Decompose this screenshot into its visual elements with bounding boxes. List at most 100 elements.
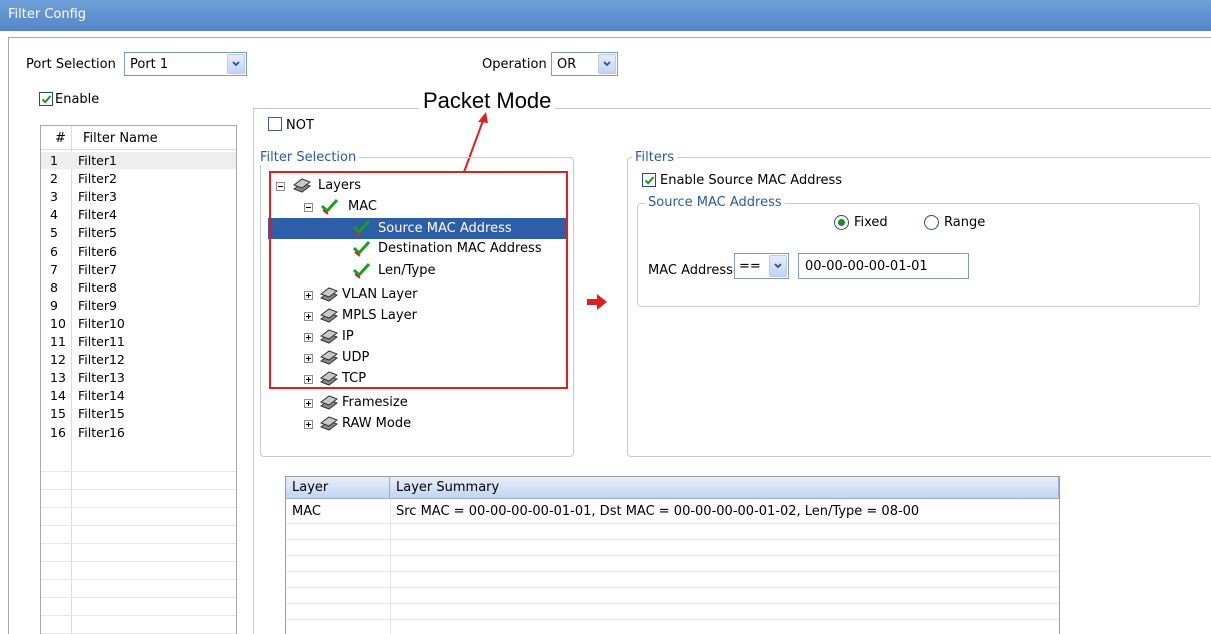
filter-list: # Filter Name 1 Filter1 2 Filter2 3 Filter3 4 F… [40, 125, 237, 634]
filters-title: Filters [632, 150, 677, 165]
row-divider [41, 507, 236, 508]
tree-label-framesize: Framesize [342, 395, 408, 410]
port-selection-dropdown[interactable]: Port 1 [124, 52, 247, 76]
row-divider [286, 603, 1059, 604]
filter-list-item[interactable]: 16 Filter16 [41, 424, 236, 441]
layers-icon [319, 416, 339, 431]
row-divider [41, 615, 236, 616]
row-divider [286, 539, 1059, 540]
filter-number: 10 [50, 315, 66, 331]
filter-number: 9 [50, 297, 58, 313]
operation-dropdown[interactable]: OR [551, 52, 618, 76]
mac-operator-value: == [739, 259, 761, 274]
filter-number: 16 [50, 424, 66, 440]
packet-mode-highlight [269, 171, 568, 389]
filter-number: 3 [50, 189, 58, 205]
column-header-filter-name: Filter Name [83, 131, 158, 146]
filter-name: Filter8 [78, 279, 117, 295]
port-selection-value: Port 1 [130, 57, 169, 72]
expand-icon[interactable] [304, 399, 313, 408]
filter-list-item[interactable]: 7 Filter7 [41, 261, 236, 278]
filter-number: 12 [50, 352, 66, 368]
mac-address-value: 00-00-00-00-01-01 [805, 259, 928, 274]
filter-number: 15 [50, 406, 66, 422]
row-divider [41, 543, 236, 544]
filter-list-item[interactable]: 15 Filter15 [41, 405, 236, 422]
chevron-down-icon[interactable] [769, 255, 787, 277]
filter-list-item[interactable]: 11 Filter11 [41, 333, 236, 350]
filter-list-item[interactable]: 4 Filter4 [41, 206, 236, 223]
filter-name: Filter14 [78, 388, 125, 404]
filter-name: Filter2 [78, 171, 117, 187]
expand-icon[interactable] [304, 420, 313, 429]
filter-name: Filter4 [78, 207, 117, 223]
source-mac-group-title: Source MAC Address [645, 195, 785, 210]
not-checkbox[interactable] [268, 117, 282, 131]
filter-name: Filter6 [78, 243, 117, 259]
filter-number: 14 [50, 388, 66, 404]
filter-number: 6 [50, 243, 58, 259]
filter-list-item[interactable]: 9 Filter9 [41, 297, 236, 314]
filter-list-item[interactable]: 5 Filter5 [41, 224, 236, 241]
range-label: Range [944, 215, 986, 230]
column-header-layer-summary: Layer Summary [390, 477, 1059, 499]
chevron-down-icon[interactable] [227, 54, 245, 74]
filter-number: 13 [50, 370, 66, 386]
enable-label: Enable [55, 92, 100, 107]
enable-checkbox[interactable] [39, 92, 53, 106]
chevron-down-icon[interactable] [598, 54, 616, 74]
filter-name: Filter5 [78, 225, 117, 241]
filter-name: Filter11 [78, 334, 125, 349]
row-divider [41, 471, 236, 472]
filter-name: Filter16 [78, 424, 125, 440]
filter-name: Filter9 [78, 297, 117, 313]
filter-name: Filter7 [78, 261, 117, 277]
filter-name: Filter15 [78, 406, 125, 422]
red-arrow-icon [587, 294, 607, 310]
filter-list-item[interactable]: 3 Filter3 [41, 188, 236, 205]
filter-list-item[interactable]: 2 Filter2 [41, 170, 236, 187]
window-title: Filter Config [8, 7, 87, 22]
enable-source-mac-checkbox[interactable] [642, 173, 656, 187]
fixed-radio[interactable] [834, 215, 849, 230]
filter-number: 7 [50, 261, 58, 277]
port-selection-label: Port Selection [26, 57, 116, 72]
filter-list-item[interactable]: 12 Filter12 [41, 351, 236, 368]
filter-selection-title: Filter Selection [257, 150, 360, 165]
tree-label-raw: RAW Mode [342, 416, 412, 431]
fixed-label: Fixed [854, 215, 888, 230]
filter-name: Filter10 [78, 315, 125, 331]
filter-name: Filter13 [78, 370, 125, 386]
filter-number: 2 [50, 171, 58, 187]
filter-number: 4 [50, 207, 58, 223]
table-row[interactable]: MAC Src MAC = 00-00-00-00-01-01, Dst MAC… [286, 501, 1059, 523]
row-divider [286, 619, 1059, 620]
mac-address-input[interactable]: 00-00-00-00-01-01 [798, 253, 969, 279]
mac-operator-dropdown[interactable]: == [734, 253, 789, 279]
filter-name: Filter3 [78, 189, 117, 205]
checkmark-icon [644, 176, 655, 185]
row-divider [41, 597, 236, 598]
filter-list-item[interactable]: 14 Filter14 [41, 387, 236, 404]
filter-list-item[interactable]: 8 Filter8 [41, 279, 236, 296]
operation-label: Operation [482, 57, 547, 72]
range-radio[interactable] [924, 215, 939, 230]
filter-number: 5 [50, 225, 58, 241]
cell-layer: MAC [292, 504, 321, 519]
filter-list-item[interactable]: 1 Filter1 [41, 152, 236, 169]
row-divider [41, 561, 236, 562]
checkmark-icon [41, 95, 52, 104]
filter-name: Filter1 [78, 153, 117, 168]
layers-icon [319, 395, 339, 410]
not-label: NOT [286, 118, 314, 133]
filter-list-item[interactable]: 6 Filter6 [41, 243, 236, 260]
row-divider [41, 579, 236, 580]
layer-summary-table: Layer Layer Summary MAC Src MAC = 00-00-… [285, 476, 1060, 634]
filter-list-item[interactable]: 10 Filter10 [41, 315, 236, 332]
cell-layer-summary: Src MAC = 00-00-00-00-01-01, Dst MAC = 0… [396, 504, 920, 519]
filter-number: 11 [50, 334, 66, 349]
filter-number: 1 [50, 153, 58, 168]
enable-source-mac-label: Enable Source MAC Address [660, 173, 843, 188]
row-divider [41, 489, 236, 490]
filter-list-item[interactable]: 13 Filter13 [41, 369, 236, 386]
